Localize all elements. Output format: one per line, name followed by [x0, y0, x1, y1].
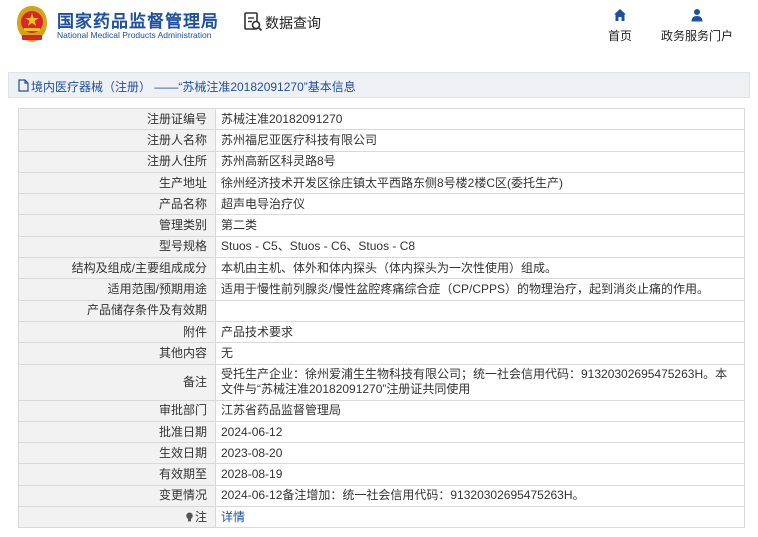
user-icon — [691, 9, 703, 22]
site-title-en[interactable]: National Medical Products Administration — [57, 30, 212, 40]
field-value: 苏州高新区科灵路8号 — [215, 150, 745, 173]
field-value: 苏械注准20182091270 — [215, 107, 745, 131]
registration-detail-table: 注册证编号 苏械注准20182091270 注册人名称 苏州福尼亚医疗科技有限公… — [18, 107, 745, 529]
table-row: 其他内容 无 — [18, 342, 745, 365]
home-icon — [614, 9, 626, 21]
nav-gov-service-portal[interactable]: 政务服务门户 — [655, 8, 739, 48]
note-label-cell: 注 — [18, 506, 216, 529]
field-value: 苏州福尼亚医疗科技有限公司 — [215, 129, 745, 152]
nav-home[interactable]: 首页 — [600, 8, 640, 48]
field-value: 2023-08-20 — [215, 442, 745, 465]
table-row: 审批部门 江苏省药品监督管理局 — [18, 399, 745, 422]
table-row: 附件 产品技术要求 — [18, 320, 745, 344]
table-row: 注册人住所 苏州高新区科灵路8号 — [18, 150, 745, 173]
lightbulb-icon — [186, 512, 193, 522]
field-label: 结构及组成/主要组成成分 — [18, 257, 216, 280]
data-query-icon — [244, 12, 263, 32]
field-label: 注册人住所 — [18, 150, 216, 173]
breadcrumb: 境内医疗器械（注册） ——“苏械注准20182091270”基本信息 — [8, 72, 750, 98]
national-emblem-icon[interactable] — [14, 4, 50, 44]
table-row: 备注 受托生产企业：徐州爱浦生生物科技有限公司；统一社会信用代码：9132030… — [18, 363, 745, 401]
field-label: 附件 — [18, 320, 216, 344]
field-label: 变更情况 — [18, 484, 216, 508]
field-label: 适用范围/预期用途 — [18, 278, 216, 301]
field-label: 产品储存条件及有效期 — [18, 299, 216, 322]
table-row: 变更情况 2024-06-12备注增加：统一社会信用代码：91320302695… — [18, 484, 745, 508]
details-link[interactable]: 详情 — [221, 510, 245, 524]
table-row: 管理类别 第二类 — [18, 214, 745, 237]
table-row: 结构及组成/主要组成成分 本机由主机、体外和体内探头（体内探头为一次性使用）组成… — [18, 257, 745, 280]
field-value: 受托生产企业：徐州爱浦生生物科技有限公司；统一社会信用代码：9132030269… — [215, 363, 745, 401]
field-value: 第二类 — [215, 214, 745, 237]
field-value: 本机由主机、体外和体内探头（体内探头为一次性使用）组成。 — [215, 257, 745, 280]
table-row: 适用范围/预期用途 适用于慢性前列腺炎/慢性盆腔疼痛综合症（CP/CPPS）的物… — [18, 278, 745, 301]
table-row: 批准日期 2024-06-12 — [18, 420, 745, 444]
field-label: 注册证编号 — [18, 107, 216, 131]
table-row: 注册证编号 苏械注准20182091270 — [18, 107, 745, 131]
table-row: 型号规格 Stuos - C5、Stuos - C6、Stuos - C8 — [18, 235, 745, 259]
field-label: 产品名称 — [18, 193, 216, 216]
field-label: 注册人名称 — [18, 129, 216, 152]
field-label: 管理类别 — [18, 214, 216, 237]
field-value: 产品技术要求 — [215, 320, 745, 344]
field-label: 型号规格 — [18, 235, 216, 259]
field-value: 2024-06-12备注增加：统一社会信用代码：9132030269547526… — [215, 484, 745, 508]
field-value: 2028-08-19 — [215, 463, 745, 486]
document-icon — [18, 79, 29, 92]
table-row: 产品储存条件及有效期 — [18, 299, 745, 322]
site-header: 国家药品监督管理局 National Medical Products Admi… — [0, 0, 758, 62]
table-row: 生产地址 徐州经济技术开发区徐庄镇太平西路东侧8号楼2楼C区(委托生产) — [18, 171, 745, 195]
data-query-label: 数据查询 — [265, 15, 321, 31]
note-label: 注 — [194, 509, 207, 524]
field-value: 2024-06-12 — [215, 420, 745, 444]
field-value: 无 — [215, 342, 745, 365]
table-row: 有效期至 2028-08-19 — [18, 463, 745, 486]
field-label: 批准日期 — [18, 420, 216, 444]
table-row: 注 详情 — [18, 506, 745, 529]
field-label: 生效日期 — [18, 442, 216, 465]
field-label: 有效期至 — [18, 463, 216, 486]
breadcrumb-text: 境内医疗器械（注册） ——“苏械注准20182091270”基本信息 — [31, 80, 356, 94]
table-row: 注册人名称 苏州福尼亚医疗科技有限公司 — [18, 129, 745, 152]
field-value — [215, 299, 745, 322]
nav-home-label: 首页 — [607, 29, 632, 43]
field-value: 江苏省药品监督管理局 — [215, 399, 745, 422]
field-value: Stuos - C5、Stuos - C6、Stuos - C8 — [215, 235, 745, 259]
field-label: 其他内容 — [18, 342, 216, 365]
site-title-cn[interactable]: 国家药品监督管理局 — [57, 7, 219, 32]
field-value: 徐州经济技术开发区徐庄镇太平西路东侧8号楼2楼C区(委托生产) — [215, 171, 745, 195]
note-value-cell: 详情 — [215, 506, 745, 529]
nav-gov-service-label: 政务服务门户 — [660, 29, 733, 43]
field-label: 备注 — [18, 363, 216, 401]
field-label: 审批部门 — [18, 399, 216, 422]
field-value: 超声电导治疗仪 — [215, 193, 745, 216]
field-value: 适用于慢性前列腺炎/慢性盆腔疼痛综合症（CP/CPPS）的物理治疗，起到消炎止痛… — [215, 278, 745, 301]
table-row: 产品名称 超声电导治疗仪 — [18, 193, 745, 216]
table-row: 生效日期 2023-08-20 — [18, 442, 745, 465]
field-label: 生产地址 — [18, 171, 216, 195]
